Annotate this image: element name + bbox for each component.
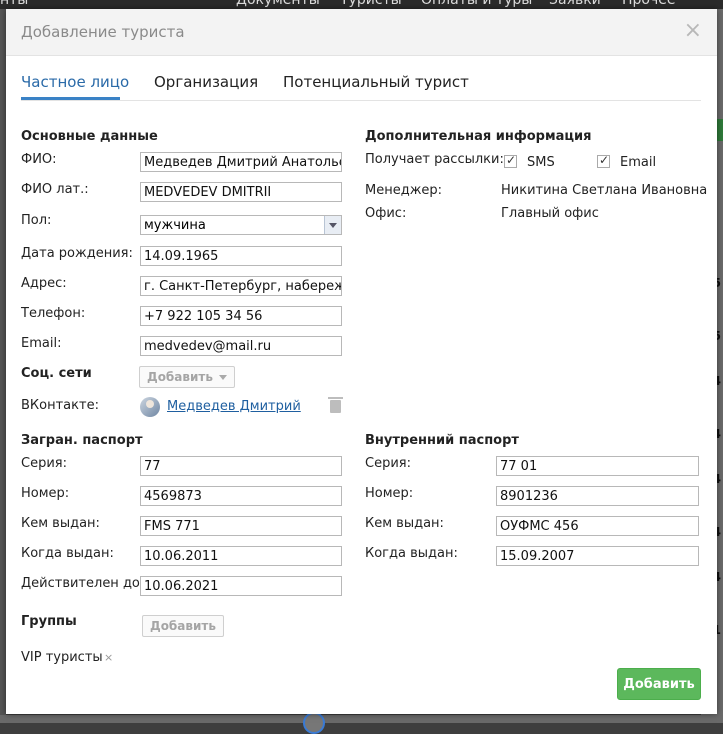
phone-label: Телефон: [21, 306, 86, 321]
fp-issued-by-field[interactable]: FMS 771 [140, 516, 342, 536]
ip-issued-date-field[interactable]: 15.09.2007 [496, 546, 699, 566]
social-label: Соц. сети [21, 366, 92, 381]
close-icon[interactable]: × [684, 19, 702, 43]
group-tag: VIP туристы [21, 650, 103, 665]
ip-number-label: Номер: [365, 486, 414, 501]
fp-valid-label: Действителен до: [21, 576, 145, 591]
tab-organization[interactable]: Организация [154, 73, 258, 91]
vk-label: ВКонтакте: [21, 398, 99, 413]
ip-issued-date-label: Когда выдан: [365, 546, 458, 561]
email-checkbox-label: Email [620, 155, 657, 170]
fp-issued-date-field[interactable]: 10.06.2011 [140, 546, 342, 566]
sms-checkbox[interactable] [504, 153, 517, 168]
fp-valid-field[interactable]: 10.06.2021 [140, 576, 342, 596]
office-label: Офис: [365, 206, 407, 221]
bg-nav-item: Заявки [549, 0, 601, 8]
email-checkbox[interactable] [597, 153, 610, 168]
bg-circle-icon [303, 712, 325, 734]
birth-date-field[interactable]: 14.09.1965 [140, 246, 342, 266]
gender-select[interactable]: мужчина [140, 215, 342, 235]
add-social-label: Добавить [147, 370, 213, 384]
modal-title: Добавление туриста [21, 23, 185, 41]
bg-nav-item: Документы [236, 0, 320, 8]
gender-label: Пол: [21, 213, 52, 228]
tabs-divider [21, 100, 701, 101]
bg-nav-item: нты [0, 0, 29, 8]
add-group-button[interactable]: Добавить [142, 615, 224, 637]
fio-label: ФИО: [21, 152, 57, 167]
foreign-passport-title: Загран. паспорт [21, 433, 143, 448]
submit-add-button[interactable]: Добавить [617, 668, 701, 700]
office-value: Главный офис [501, 206, 599, 221]
mailing-label: Получает рассылки: [365, 152, 504, 167]
birth-label: Дата рождения: [21, 246, 133, 261]
vk-profile-link[interactable]: Медведев Дмитрий [167, 399, 301, 414]
tab-potential-tourist[interactable]: Потенциальный турист [283, 73, 469, 91]
fp-issued-date-label: Когда выдан: [21, 546, 114, 561]
manager-label: Менеджер: [365, 183, 443, 198]
background-bottom [0, 715, 723, 723]
sms-label: SMS [527, 155, 555, 170]
chevron-down-icon[interactable] [324, 216, 341, 234]
email-label: Email: [21, 336, 62, 351]
ip-issued-by-label: Кем выдан: [365, 516, 444, 531]
add-tourist-modal: Добавление туриста × Частное лицо Органи… [6, 9, 717, 714]
remove-tag-icon[interactable]: × [104, 651, 113, 664]
fio-field[interactable]: Медведев Дмитрий Анатольевич [140, 152, 342, 172]
bg-nav-item: Туристы [340, 0, 402, 8]
groups-title: Группы [21, 614, 77, 629]
trash-icon[interactable] [328, 397, 343, 413]
internal-passport-title: Внутренний паспорт [365, 433, 519, 448]
ip-issued-by-field[interactable]: ОУФМС 456 [496, 516, 699, 536]
bg-nav-item: Прочее [622, 0, 676, 8]
fp-series-field[interactable]: 77 [140, 456, 342, 476]
ip-number-field[interactable]: 8901236 [496, 486, 699, 506]
ip-series-field[interactable]: 77 01 [496, 456, 699, 476]
fio-lat-label: ФИО лат.: [21, 182, 89, 197]
fp-number-field[interactable]: 4569873 [140, 486, 342, 506]
background-nav: нты Документы Туристы Оплаты и туры Заяв… [0, 0, 723, 9]
extra-section-title: Дополнительная информация [365, 129, 592, 144]
email-field[interactable]: medvedev@mail.ru [140, 336, 342, 356]
avatar [140, 397, 160, 417]
tab-private-person[interactable]: Частное лицо [21, 73, 129, 91]
bg-nav-item: Оплаты и туры [421, 0, 533, 8]
caret-down-icon [218, 375, 227, 380]
fp-issued-by-label: Кем выдан: [21, 516, 100, 531]
active-tab-indicator [21, 97, 120, 100]
add-social-button[interactable]: Добавить [139, 366, 235, 388]
phone-field[interactable]: +7 922 105 34 56 [140, 306, 342, 326]
manager-value: Никитина Светлана Ивановна [501, 183, 708, 198]
ip-series-label: Серия: [365, 456, 411, 471]
address-field[interactable]: г. Санкт-Петербург, набережная [140, 276, 342, 296]
fp-number-label: Номер: [21, 486, 70, 501]
gender-value: мужчина [144, 218, 206, 233]
fio-lat-field[interactable]: MEDVEDEV DMITRII [140, 182, 342, 202]
basic-section-title: Основные данные [21, 129, 158, 144]
modal-header: Добавление туриста × [6, 9, 717, 56]
fp-series-label: Серия: [21, 456, 67, 471]
address-label: Адрес: [21, 276, 67, 291]
